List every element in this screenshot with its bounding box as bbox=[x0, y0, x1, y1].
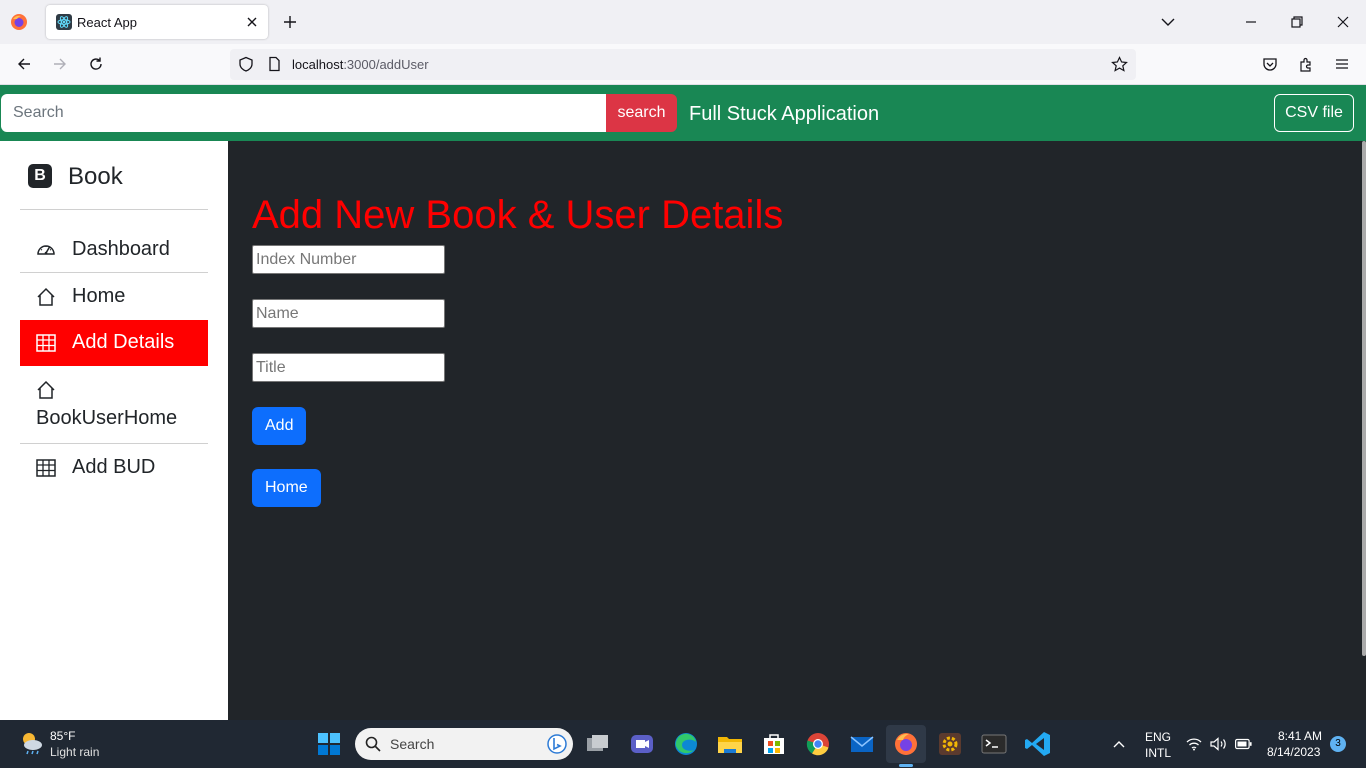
browser-tab[interactable]: React App bbox=[46, 5, 268, 39]
sidebar-item-label: Add BUD bbox=[72, 456, 156, 478]
url-path: :3000/addUser bbox=[343, 57, 429, 72]
windows-taskbar: 85°F Light rain Search ENG INTL 8:41 AM … bbox=[0, 720, 1366, 768]
sidebar-item-label: Home bbox=[72, 285, 126, 307]
terminal-icon[interactable] bbox=[978, 728, 1010, 760]
chevron-up-icon[interactable] bbox=[1112, 738, 1126, 752]
edge-icon[interactable] bbox=[670, 728, 702, 760]
active-app-indicator bbox=[899, 764, 913, 767]
clock-time[interactable]: 8:41 AM bbox=[1278, 729, 1322, 743]
speedometer-icon bbox=[37, 245, 55, 255]
table-icon bbox=[36, 334, 56, 352]
windows-start-icon[interactable] bbox=[317, 732, 341, 756]
new-tab-plus-icon[interactable] bbox=[282, 14, 298, 30]
sidebar-divider bbox=[20, 272, 208, 273]
taskbar-search-label: Search bbox=[390, 736, 435, 752]
sidebar-item-label: BookUserHome bbox=[36, 407, 178, 429]
browser-navbar: localhost:3000/addUser bbox=[0, 44, 1366, 85]
search-button[interactable]: search bbox=[606, 94, 677, 132]
extensions-icon[interactable] bbox=[1298, 56, 1314, 72]
scrollbar[interactable] bbox=[1362, 141, 1366, 656]
sidebar-item-add-details[interactable]: Add Details bbox=[20, 320, 208, 366]
sidebar-item-bookuserhome[interactable]: BookUserHome bbox=[20, 367, 208, 443]
page-title: Add New Book & User Details bbox=[252, 193, 784, 237]
close-tab-icon[interactable] bbox=[245, 15, 259, 29]
weather-desc[interactable]: Light rain bbox=[50, 745, 99, 759]
tab-list-chevron-icon[interactable] bbox=[1160, 14, 1176, 30]
chrome-icon[interactable] bbox=[802, 728, 834, 760]
wifi-icon[interactable] bbox=[1186, 737, 1202, 751]
language-layout[interactable]: INTL bbox=[1145, 746, 1171, 760]
shield-icon[interactable] bbox=[238, 56, 254, 72]
add-button[interactable]: Add bbox=[252, 407, 307, 445]
sidebar: B Book Dashboard Home Add Details BookUs… bbox=[0, 141, 228, 720]
sidebar-divider bbox=[20, 443, 208, 444]
react-favicon-icon bbox=[56, 14, 72, 30]
taskbar-search[interactable]: Search bbox=[355, 728, 573, 760]
task-view-icon[interactable] bbox=[582, 728, 614, 760]
back-arrow-icon[interactable] bbox=[16, 56, 32, 72]
sidebar-item-label: Add Details bbox=[72, 331, 175, 353]
restore-icon[interactable] bbox=[1289, 14, 1305, 30]
weather-rain-icon[interactable] bbox=[18, 729, 46, 757]
notification-badge[interactable]: 3 bbox=[1330, 736, 1346, 752]
title-field[interactable] bbox=[252, 353, 445, 382]
minimize-icon[interactable] bbox=[1243, 14, 1259, 30]
tab-title: React App bbox=[77, 15, 137, 30]
sidebar-divider bbox=[20, 209, 208, 210]
name-field[interactable] bbox=[252, 299, 445, 328]
main-content: Add New Book & User Details Add Home bbox=[228, 141, 1366, 720]
bookmark-star-icon[interactable] bbox=[1111, 56, 1128, 73]
browser-titlebar: React App bbox=[0, 0, 1366, 44]
close-window-icon[interactable] bbox=[1335, 14, 1351, 30]
firefox-icon[interactable] bbox=[890, 728, 922, 760]
firefox-logo-icon[interactable] bbox=[10, 13, 28, 31]
page-info-icon[interactable] bbox=[266, 56, 282, 72]
sidebar-item-dashboard[interactable]: Dashboard bbox=[20, 227, 208, 273]
speaker-icon[interactable] bbox=[1210, 737, 1227, 751]
app-brand-title[interactable]: Full Stuck Application bbox=[689, 103, 879, 126]
file-explorer-icon[interactable] bbox=[714, 728, 746, 760]
forward-arrow-icon[interactable] bbox=[52, 56, 68, 72]
url-host: localhost bbox=[292, 57, 344, 72]
url-text[interactable]: localhost:3000/addUser bbox=[292, 57, 429, 72]
house-icon bbox=[37, 287, 55, 306]
sidebar-item-home[interactable]: Home bbox=[20, 274, 208, 320]
url-bar[interactable]: localhost:3000/addUser bbox=[230, 49, 1136, 80]
house-icon bbox=[37, 380, 55, 399]
home-button[interactable]: Home bbox=[252, 469, 321, 507]
csv-file-button[interactable]: CSV file bbox=[1274, 94, 1354, 132]
settings-gear-icon[interactable] bbox=[934, 728, 966, 760]
reload-icon[interactable] bbox=[88, 56, 104, 72]
language-code[interactable]: ENG bbox=[1145, 730, 1171, 744]
battery-icon[interactable] bbox=[1235, 738, 1252, 750]
index-number-field[interactable] bbox=[252, 245, 445, 274]
bootstrap-logo-icon: B bbox=[28, 164, 52, 188]
sidebar-brand[interactable]: Book bbox=[68, 163, 123, 191]
search-icon bbox=[365, 736, 381, 752]
bing-icon[interactable] bbox=[547, 734, 567, 754]
weather-temp[interactable]: 85°F bbox=[50, 729, 75, 743]
app-header: search Full Stuck Application CSV file bbox=[0, 85, 1366, 141]
vscode-icon[interactable] bbox=[1022, 728, 1054, 760]
sidebar-item-add-bud[interactable]: Add BUD bbox=[20, 445, 208, 491]
sidebar-item-label: Dashboard bbox=[72, 238, 170, 260]
microsoft-store-icon[interactable] bbox=[758, 728, 790, 760]
table-icon bbox=[36, 459, 56, 477]
mail-icon[interactable] bbox=[846, 728, 878, 760]
search-input[interactable] bbox=[1, 94, 606, 132]
menu-hamburger-icon[interactable] bbox=[1334, 56, 1350, 72]
pocket-icon[interactable] bbox=[1262, 56, 1278, 72]
teams-chat-icon[interactable] bbox=[626, 728, 658, 760]
clock-date[interactable]: 8/14/2023 bbox=[1267, 745, 1320, 759]
